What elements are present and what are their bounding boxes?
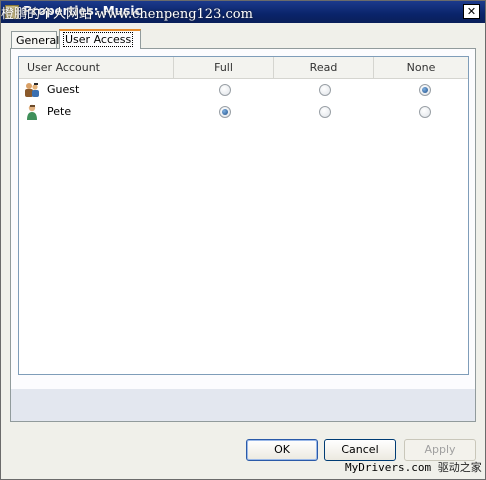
title-bar[interactable]: Properties: Music 橙鹏的个人网站 www.chenpeng12… <box>1 1 485 23</box>
user-access-list[interactable]: User Account Full Read None Guest Pete <box>18 56 469 375</box>
user-account-name: Pete <box>47 105 72 118</box>
tab-panel-footer <box>10 389 476 422</box>
guest-full-radio[interactable] <box>219 84 231 96</box>
pete-none-radio[interactable] <box>419 106 431 118</box>
user-icon <box>27 104 37 120</box>
properties-dialog: Properties: Music 橙鹏的个人网站 www.chenpeng12… <box>0 0 486 480</box>
user-account-name: Guest <box>47 83 80 96</box>
apply-button[interactable]: Apply <box>404 439 476 461</box>
column-header-full[interactable]: Full <box>174 57 274 78</box>
close-button[interactable]: ✕ <box>463 4 480 19</box>
column-header-user-account[interactable]: User Account <box>19 57 174 78</box>
table-row-guest[interactable]: Guest <box>19 79 468 101</box>
watermark-text: 橙鹏的个人网站 www.chenpeng123.com <box>1 7 253 22</box>
column-header-none[interactable]: None <box>374 57 468 78</box>
footer-site: MyDrivers.com <box>345 461 432 474</box>
tab-user-access[interactable]: User Access <box>59 29 141 49</box>
pete-read-radio[interactable] <box>319 106 331 118</box>
ok-button[interactable]: OK <box>246 439 318 461</box>
tab-general[interactable]: General <box>11 31 59 48</box>
guest-read-radio[interactable] <box>319 84 331 96</box>
tab-user-access-label: User Access <box>62 32 134 47</box>
list-header: User Account Full Read None <box>19 57 468 79</box>
guest-none-radio[interactable] <box>419 84 431 96</box>
guest-users-icon <box>25 83 39 97</box>
cancel-button[interactable]: Cancel <box>324 439 396 461</box>
footer-cn: 驱动之家 <box>437 461 482 474</box>
footer-watermark: MyDrivers.com 驱动之家 <box>345 459 482 475</box>
table-row-pete[interactable]: Pete <box>19 101 468 123</box>
column-header-read[interactable]: Read <box>274 57 374 78</box>
pete-full-radio[interactable] <box>219 106 231 118</box>
